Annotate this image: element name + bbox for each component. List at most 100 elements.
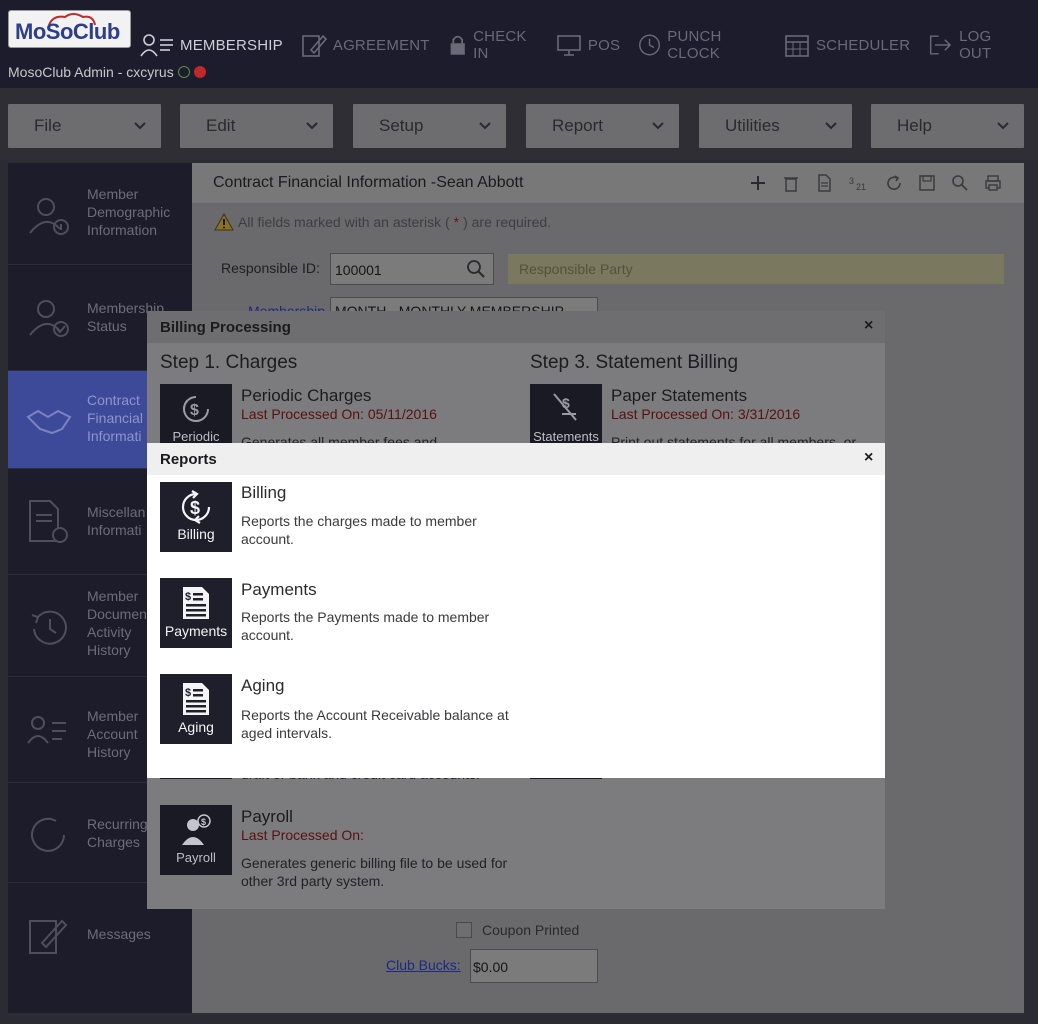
sidebar-item-label: Member Documen Activity History <box>87 588 147 658</box>
paper-statements-desc: Print out statements for all members, or <box>611 434 857 443</box>
payroll-desc: Generates generic billing file to be use… <box>241 855 508 889</box>
periodic-charges-name: Periodic Charges <box>241 386 372 405</box>
periodic-charges-desc: Generates all member fees and <box>241 434 438 443</box>
mosoclub-logo[interactable]: MoSoClub <box>8 10 131 48</box>
paper-statements-name: Paper Statements <box>611 386 748 405</box>
nav-scheduler-label: SCHEDULER <box>815 36 911 54</box>
nav-check-in[interactable]: CHECK IN <box>448 28 538 62</box>
messages-icon <box>29 919 68 954</box>
aging-report-tile[interactable]: $ Aging <box>160 674 232 744</box>
print-icon[interactable] <box>984 174 1002 192</box>
nav-agreement[interactable]: AGREEMENT <box>301 30 430 60</box>
sidebar-item-label: Messages <box>87 926 151 942</box>
dollar-cycle-icon: $ <box>181 490 211 524</box>
step1-title: Step 1. Charges <box>160 352 298 373</box>
required-asterisk: * <box>453 214 460 230</box>
main-nav: MEMBERSHIP AGREEMENT CHECK IN POS PUNCH … <box>140 28 1038 62</box>
membership-icon <box>140 34 173 57</box>
billing-modal-close-button[interactable]: × <box>864 317 873 335</box>
periodic-tile-label: Periodic <box>172 429 220 444</box>
payments-report-name[interactable]: Payments <box>241 580 317 600</box>
responsible-party-field[interactable]: Responsible Party <box>508 254 1004 284</box>
payments-report-desc: Reports the Payments made to member acco… <box>241 609 490 643</box>
page-title: Contract Financial Information -Sean Abb… <box>213 174 524 191</box>
refresh-icon[interactable] <box>885 174 903 192</box>
reports-modal-close-button[interactable]: × <box>864 449 873 467</box>
nav-punch-clock[interactable]: PUNCH CLOCK <box>638 28 766 62</box>
payroll-date: Last Processed On: <box>241 827 364 843</box>
coupon-printed-checkbox[interactable] <box>456 922 472 938</box>
aging-report-desc: Reports the Account Receivable balance a… <box>241 707 509 741</box>
reports-modal-header: Reports × <box>147 443 885 475</box>
required-note-post: ) are required. <box>463 214 552 230</box>
svg-text:$: $ <box>190 498 200 518</box>
nav-pos[interactable]: POS <box>556 30 620 60</box>
save-icon[interactable] <box>918 174 936 192</box>
menu-setup[interactable]: Setup <box>353 104 506 148</box>
billing-report-tile[interactable]: $ Billing <box>160 482 232 552</box>
lock-icon <box>450 35 465 55</box>
required-fields-note: All fields marked with an asterisk (*) a… <box>214 213 551 231</box>
statement-icon: $ <box>553 393 577 421</box>
svg-text:21: 21 <box>856 182 866 192</box>
menu-help[interactable]: Help <box>871 104 1024 148</box>
paper-statements-date: Last Processed On: 3/31/2016 <box>611 406 801 422</box>
nav-scheduler[interactable]: SCHEDULER <box>784 30 910 60</box>
menu-report[interactable]: Report <box>526 104 679 148</box>
search-icon[interactable] <box>466 259 486 279</box>
coupon-printed-label: Coupon Printed <box>482 922 580 938</box>
chevron-down-icon <box>825 122 837 130</box>
main-header: Contract Financial Information -Sean Abb… <box>192 163 1024 203</box>
chevron-down-icon <box>306 122 318 130</box>
handshake-icon <box>26 409 72 435</box>
sidebar-item-label: Member Demographic Information <box>87 186 171 238</box>
clock-icon <box>639 34 661 56</box>
aging-tile-label: Aging <box>178 719 214 735</box>
add-icon[interactable] <box>749 174 767 192</box>
billing-modal-title: Billing Processing <box>160 319 291 336</box>
search-icon[interactable] <box>951 174 969 192</box>
required-note-pre: All fields marked with an asterisk ( <box>238 214 450 230</box>
payments-tile-label: Payments <box>164 623 228 639</box>
sidebar-item-member-demographic[interactable]: Member Demographic Information <box>8 163 198 265</box>
club-bucks-link[interactable]: Club Bucks: <box>386 957 461 973</box>
svg-text:$: $ <box>190 402 199 419</box>
menu-edit[interactable]: Edit <box>180 104 333 148</box>
logout-icon <box>930 35 952 55</box>
svg-text:$: $ <box>185 687 191 699</box>
nav-membership[interactable]: MEMBERSHIP <box>140 30 283 60</box>
help-status-icon[interactable] <box>177 66 190 78</box>
nav-log-out[interactable]: LOG OUT <box>928 28 1020 62</box>
monitor-icon <box>557 35 581 56</box>
svg-text:$: $ <box>562 395 570 411</box>
menu-file[interactable]: File <box>8 104 161 148</box>
billing-report-desc: Reports the charges made to member accou… <box>241 513 477 547</box>
periodic-charges-date: Last Processed On: 05/11/2016 <box>241 406 437 422</box>
toolbar: 3 21 <box>749 174 1002 192</box>
billing-tile-label: Billing <box>177 526 215 542</box>
recurring-icon <box>31 817 65 852</box>
document-icon[interactable] <box>815 174 833 192</box>
sidebar-item-label: Recurring Charges <box>87 816 148 850</box>
dollar-cycle-icon: $ <box>183 396 209 422</box>
menu-setup-label: Setup <box>379 116 424 135</box>
warning-icon <box>214 213 234 231</box>
calendar-icon <box>785 35 809 57</box>
menu-utilities[interactable]: Utilities <box>699 104 852 148</box>
menu-utilities-label: Utilities <box>725 116 780 135</box>
alert-status-icon[interactable] <box>193 66 206 78</box>
billing-report-name[interactable]: Billing <box>241 483 286 503</box>
nav-log-out-label: LOG OUT <box>959 28 992 62</box>
sort-icon[interactable]: 321 <box>848 174 870 192</box>
chevron-down-icon <box>652 122 664 130</box>
payments-report-tile[interactable]: $ Payments <box>160 578 232 648</box>
nav-agreement-label: AGREEMENT <box>332 36 430 54</box>
club-bucks-input[interactable]: $0.00 <box>470 949 598 983</box>
billing-modal-header: Billing Processing × <box>147 311 885 343</box>
member-status-icon <box>29 300 69 337</box>
account-history-icon <box>27 716 66 744</box>
delete-icon[interactable] <box>782 174 800 192</box>
receipt-icon: $ <box>183 587 209 619</box>
payroll-tile[interactable]: $ Payroll <box>160 805 232 875</box>
aging-report-name[interactable]: Aging <box>241 676 284 696</box>
